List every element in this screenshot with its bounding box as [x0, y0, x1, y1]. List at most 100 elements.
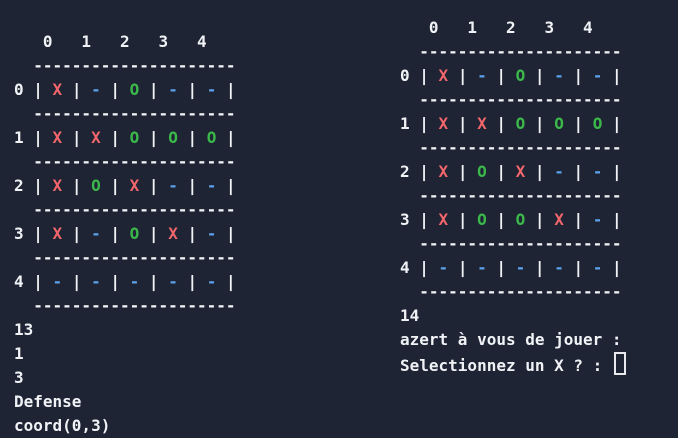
cell-divider: | — [486, 162, 516, 181]
terminal-window[interactable]: 0 1 2 3 4 --------------------- 0 | X | -… — [0, 0, 678, 435]
board-cell[interactable]: - — [593, 64, 603, 88]
row-separator: --------------------- — [400, 42, 622, 61]
column-header: 0 1 2 3 4 — [400, 18, 593, 37]
cell-divider: | — [100, 80, 130, 99]
board-cell[interactable]: X — [477, 112, 487, 136]
cell-divider: | — [23, 272, 53, 291]
board-cell[interactable]: - — [207, 270, 217, 294]
cell-divider: | — [525, 258, 555, 277]
board-cell[interactable]: X — [53, 174, 63, 198]
row-label: 2 — [400, 162, 410, 181]
board-cell[interactable]: - — [593, 160, 603, 184]
board-cell[interactable]: X — [168, 222, 178, 246]
board-cell[interactable]: - — [130, 270, 140, 294]
board-cell[interactable]: O — [168, 126, 178, 150]
board-cell[interactable]: O — [593, 112, 603, 136]
cell-divider: | — [563, 258, 593, 277]
log-line: 1 — [14, 344, 24, 363]
cell-divider: | — [486, 66, 516, 85]
cell-divider: | — [62, 128, 92, 147]
board-cell[interactable]: O — [516, 112, 526, 136]
board-cell[interactable]: - — [554, 256, 564, 280]
board-cell[interactable]: - — [207, 222, 217, 246]
cell-divider: | — [62, 176, 92, 195]
board-cell[interactable]: O — [516, 64, 526, 88]
log-line: 14 — [400, 306, 420, 325]
cell-divider: | — [563, 114, 593, 133]
board-cell[interactable]: O — [477, 208, 487, 232]
cell-divider: | — [525, 162, 555, 181]
board-cell[interactable]: O — [207, 126, 217, 150]
cell-divider: | — [100, 272, 130, 291]
board-cell[interactable]: X — [130, 174, 140, 198]
board-cell[interactable]: - — [168, 78, 178, 102]
board-cell[interactable]: - — [554, 160, 564, 184]
board-row: 0 | X | - | O | - | - | — [400, 64, 626, 88]
board-row: 1 | X | X | O | O | O | — [14, 126, 236, 150]
prompt-line[interactable]: Selectionnez un X ? : — [400, 352, 626, 376]
row-separator: --------------------- — [14, 200, 236, 219]
board-row: 0 | X | - | O | - | - | — [14, 78, 236, 102]
cell-divider: | — [23, 224, 53, 243]
cell-divider: | — [100, 176, 130, 195]
board-cell[interactable]: X — [516, 160, 526, 184]
board-cell[interactable]: - — [593, 208, 603, 232]
board-cell[interactable]: O — [477, 160, 487, 184]
board-cell[interactable]: - — [477, 256, 487, 280]
board-cell[interactable]: - — [439, 256, 449, 280]
board-row: 3 | X | - | O | X | - | — [14, 222, 236, 246]
cell-divider: | — [100, 224, 130, 243]
board-cell[interactable]: O — [516, 208, 526, 232]
cell-divider: | — [486, 258, 516, 277]
row-separator: --------------------- — [400, 186, 622, 205]
board-cell[interactable]: - — [207, 174, 217, 198]
cell-divider: | — [563, 162, 593, 181]
row-label: 3 — [14, 224, 24, 243]
board-cell[interactable]: O — [554, 112, 564, 136]
log-line: 3 — [14, 368, 24, 387]
board-cell[interactable]: O — [91, 174, 101, 198]
row-separator: --------------------- — [400, 138, 622, 157]
cell-divider: | — [139, 224, 169, 243]
board-cell[interactable]: X — [53, 78, 63, 102]
cell-divider: | — [448, 66, 478, 85]
board-cell[interactable]: - — [168, 270, 178, 294]
board-cell[interactable]: - — [91, 222, 101, 246]
right-log: 14 azert à vous de jouer : — [400, 304, 626, 352]
board-cell[interactable]: - — [91, 270, 101, 294]
cell-divider: | — [62, 224, 92, 243]
board-row: 3 | X | O | O | X | - | — [400, 208, 626, 232]
board-cell[interactable]: X — [439, 64, 449, 88]
board-row: 2 | X | O | X | - | - | — [14, 174, 236, 198]
left-log: 13 1 3 Defense coord(0,3) — [14, 318, 236, 438]
board-cell[interactable]: X — [439, 112, 449, 136]
board-cell[interactable]: O — [130, 78, 140, 102]
cell-divider: | — [23, 80, 53, 99]
left-panel: 0 1 2 3 4 --------------------- 0 | X | -… — [14, 30, 236, 438]
board-cell[interactable]: O — [130, 126, 140, 150]
cell-divider: | — [486, 114, 516, 133]
row-separator: --------------------- — [14, 104, 236, 123]
board-cell[interactable]: - — [168, 174, 178, 198]
board-cell[interactable]: - — [207, 78, 217, 102]
board-row: 1 | X | X | O | O | O | — [400, 112, 626, 136]
board-cell[interactable]: X — [91, 126, 101, 150]
board-cell[interactable]: X — [554, 208, 564, 232]
board-cell[interactable]: X — [53, 126, 63, 150]
board-cell[interactable]: - — [516, 256, 526, 280]
cell-divider: | — [602, 66, 622, 85]
board-cell[interactable]: - — [554, 64, 564, 88]
board-cell[interactable]: - — [91, 78, 101, 102]
board-cell[interactable]: X — [439, 208, 449, 232]
cell-divider: | — [602, 210, 622, 229]
board-cell[interactable]: - — [477, 64, 487, 88]
board-cell[interactable]: X — [439, 160, 449, 184]
row-separator: --------------------- — [400, 90, 622, 109]
board-cell[interactable]: O — [130, 222, 140, 246]
board-cell[interactable]: X — [53, 222, 63, 246]
cell-divider: | — [563, 66, 593, 85]
prompt-text: Selectionnez un X ? : — [400, 356, 612, 375]
board-cell[interactable]: - — [53, 270, 63, 294]
board-cell[interactable]: - — [593, 256, 603, 280]
cursor-icon[interactable] — [613, 352, 626, 375]
